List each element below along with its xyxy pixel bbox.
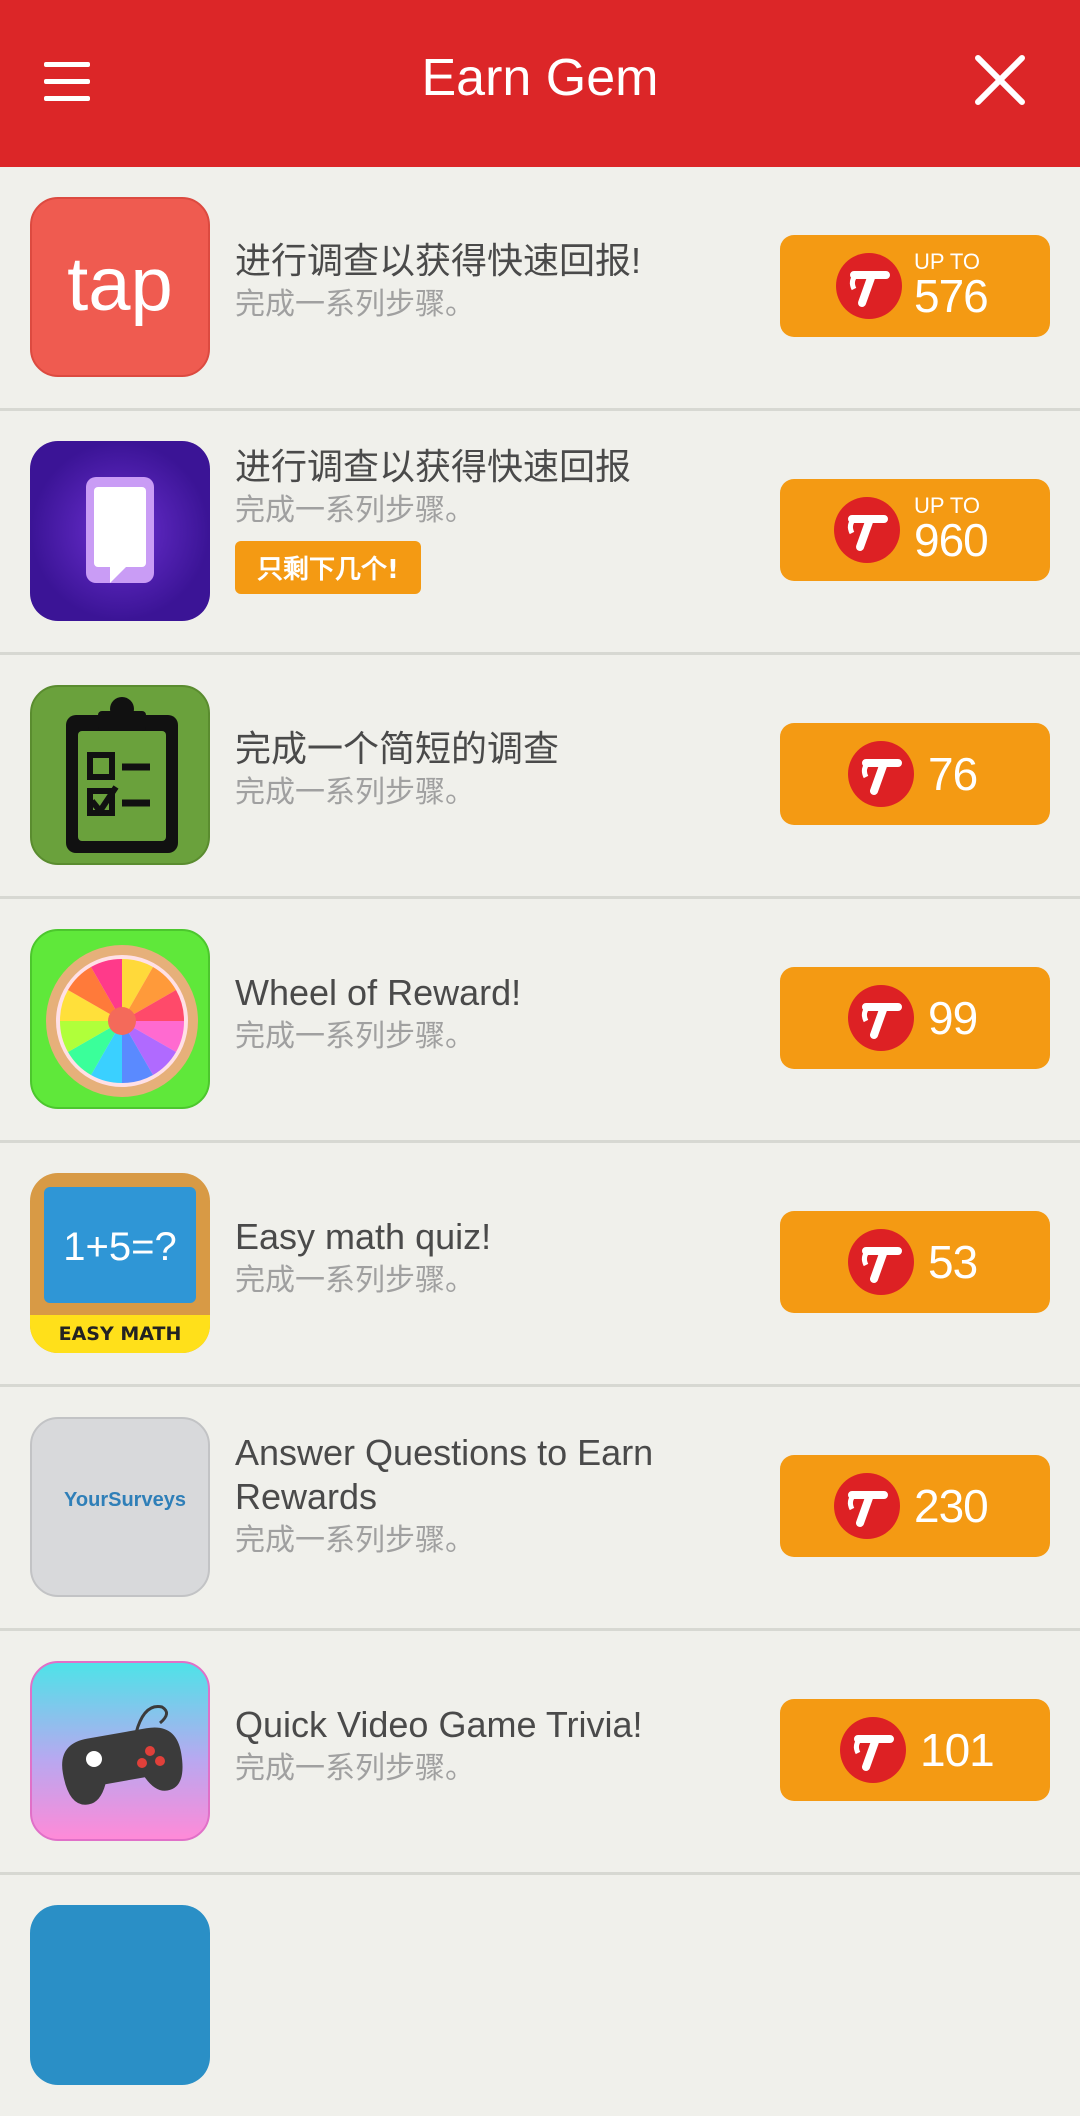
clipboard-icon xyxy=(66,697,178,853)
offer-subtitle: 完成一系列步骤。 xyxy=(235,1751,475,1786)
top-bar: Earn Gem xyxy=(0,0,1080,167)
reward-button[interactable]: 230 xyxy=(780,1455,1050,1557)
gamepad-icon xyxy=(62,1705,183,1805)
offer-text: 进行调查以获得快速回报 完成一系列步骤。 只剩下几个! xyxy=(235,445,735,594)
prize-wheel-icon xyxy=(46,945,198,1097)
offer-text: 完成一个简短的调查 完成一系列步骤。 xyxy=(235,727,735,813)
offer-row[interactable] xyxy=(0,1875,1080,2116)
offer-title: 进行调查以获得快速回报 xyxy=(235,446,632,487)
reward-amount: 99 xyxy=(928,992,978,1044)
offer-text: Answer Questions to Earn Rewards 完成一系列步骤… xyxy=(235,1431,735,1561)
gem-coin-icon xyxy=(834,1473,900,1539)
phone-app-icon xyxy=(30,441,210,621)
offer-subtitle: 完成一系列步骤。 xyxy=(235,1523,475,1558)
reward-amount: 576 xyxy=(914,270,989,322)
clipboard-app-icon xyxy=(30,685,210,865)
reward-amount: 230 xyxy=(914,1480,989,1532)
reward-button[interactable]: 101 xyxy=(780,1699,1050,1801)
gem-coin-icon xyxy=(848,1229,914,1295)
page-title: Earn Gem xyxy=(421,49,659,107)
tap-logo-text: tap xyxy=(67,242,173,327)
offer-list: tap 进行调查以获得快速回报! 完成一系列步骤。 UP TO 576 进行调查… xyxy=(0,167,1080,2116)
reward-button[interactable]: UP TO 960 xyxy=(780,479,1050,581)
offer-title: Quick Video Game Trivia! xyxy=(235,1704,643,1745)
phone-icon xyxy=(86,477,154,583)
offer-subtitle: 完成一系列步骤。 xyxy=(235,775,475,810)
reward-amount: 960 xyxy=(914,514,989,566)
gem-coin-icon xyxy=(834,497,900,563)
reward-amount: 101 xyxy=(920,1724,995,1776)
offer-text: Quick Video Game Trivia! 完成一系列步骤。 xyxy=(235,1703,735,1789)
offer-row[interactable]: Quick Video Game Trivia! 完成一系列步骤。 101 xyxy=(0,1631,1080,1875)
math-quiz-app-icon: 1+5=? EASY MATH QUIZ xyxy=(30,1173,210,1353)
partial-app-icon xyxy=(30,1905,210,2085)
tap-app-icon: tap xyxy=(30,197,210,377)
offer-title: 完成一个简短的调查 xyxy=(235,728,560,769)
offer-subtitle: 完成一系列步骤。 xyxy=(235,493,475,528)
math-equation-text: 1+5=? xyxy=(63,1225,177,1269)
reward-button[interactable]: 76 xyxy=(780,723,1050,825)
offer-text: Easy math quiz! 完成一系列步骤。 xyxy=(235,1215,735,1301)
offer-subtitle: 完成一系列步骤。 xyxy=(235,287,475,322)
offer-row[interactable]: YourSurveys Answer Questions to Earn Rew… xyxy=(0,1387,1080,1631)
reward-button[interactable]: UP TO 576 xyxy=(780,235,1050,337)
yoursurveys-logo-text: YourSurveys xyxy=(64,1489,186,1511)
offer-row[interactable]: 进行调查以获得快速回报 完成一系列步骤。 只剩下几个! UP TO 960 xyxy=(0,411,1080,655)
math-quiz-banner: EASY MATH QUIZ xyxy=(30,1315,210,1353)
gem-coin-icon xyxy=(836,253,902,319)
reward-button[interactable]: 99 xyxy=(780,967,1050,1069)
offer-row[interactable]: Wheel of Reward! 完成一系列步骤。 99 xyxy=(0,899,1080,1143)
offer-subtitle: 完成一系列步骤。 xyxy=(235,1019,475,1054)
offer-row[interactable]: 1+5=? EASY MATH QUIZ Easy math quiz! 完成一… xyxy=(0,1143,1080,1387)
reward-amount: 76 xyxy=(928,748,978,800)
gem-coin-icon xyxy=(848,741,914,807)
offer-row[interactable]: 完成一个简短的调查 完成一系列步骤。 76 xyxy=(0,655,1080,899)
offer-text: Wheel of Reward! 完成一系列步骤。 xyxy=(235,971,735,1057)
gem-coin-icon xyxy=(840,1717,906,1783)
reward-button[interactable]: 53 xyxy=(780,1211,1050,1313)
offer-title: Answer Questions to Earn Rewards xyxy=(235,1432,654,1517)
game-trivia-app-icon xyxy=(30,1661,210,1841)
reward-amount: 53 xyxy=(928,1236,978,1288)
offer-text: 进行调查以获得快速回报! 完成一系列步骤。 xyxy=(235,239,735,325)
offer-title: Easy math quiz! xyxy=(235,1216,492,1257)
gem-coin-icon xyxy=(848,985,914,1051)
offer-row[interactable]: tap 进行调查以获得快速回报! 完成一系列步骤。 UP TO 576 xyxy=(0,167,1080,411)
close-icon[interactable] xyxy=(972,52,1028,108)
offer-title: 进行调查以获得快速回报! xyxy=(235,240,642,281)
offer-subtitle: 完成一系列步骤。 xyxy=(235,1263,475,1298)
limited-badge: 只剩下几个! xyxy=(235,541,421,594)
yoursurveys-app-icon: YourSurveys xyxy=(30,1417,210,1597)
offer-title: Wheel of Reward! xyxy=(235,972,522,1013)
wheel-app-icon xyxy=(30,929,210,1109)
